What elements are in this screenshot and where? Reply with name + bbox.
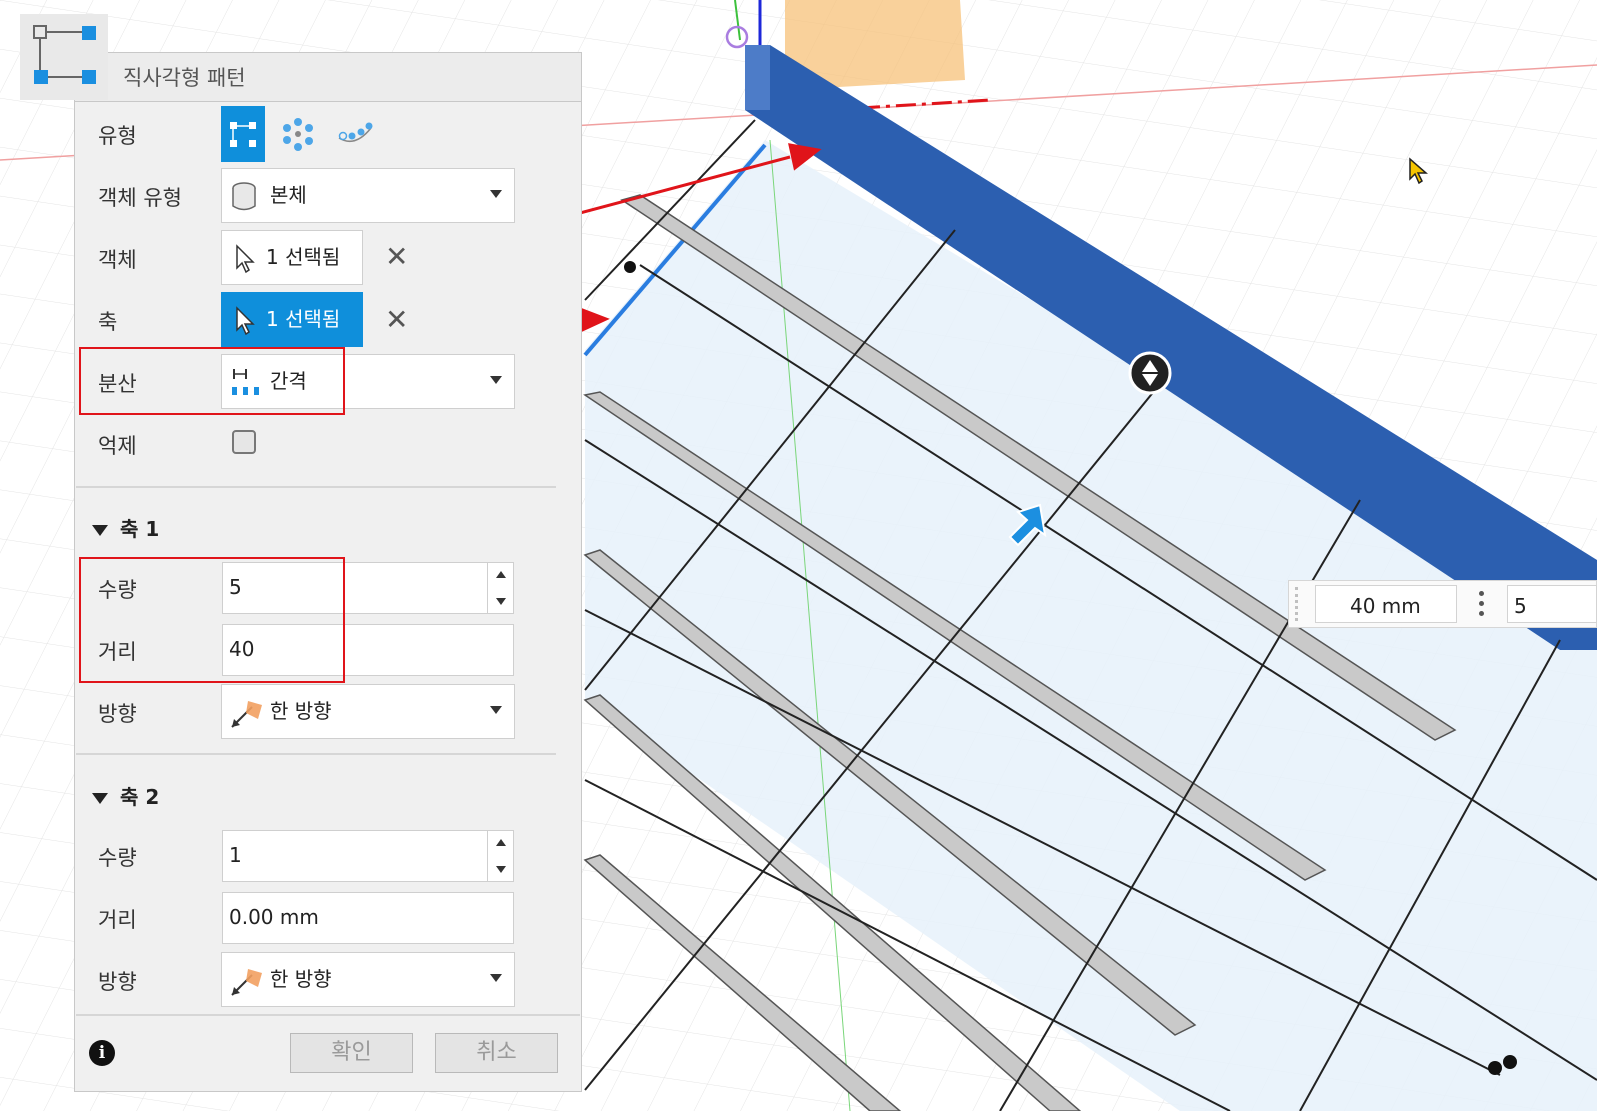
annotation-box-distribution xyxy=(79,347,345,415)
axis2-distance-input[interactable]: 0.00 mm xyxy=(222,892,514,944)
mouse-cursor-icon xyxy=(1409,157,1428,185)
axis2-section-header[interactable]: 축 2 xyxy=(92,781,159,810)
suppress-checkbox[interactable] xyxy=(232,430,256,454)
objects-selection-button[interactable]: 1 선택됨 xyxy=(221,230,363,285)
ok-button[interactable]: 확인 xyxy=(290,1033,413,1073)
axis1-header-text: 축 1 xyxy=(120,517,160,541)
axis2-quantity-value: 1 xyxy=(229,843,242,867)
endpoint xyxy=(1488,1061,1502,1075)
hud-distance-input[interactable]: 40 mm xyxy=(1315,585,1457,623)
axis1-direction-value: 한 방향 xyxy=(270,699,332,723)
object-type-value: 본체 xyxy=(270,183,307,207)
axis2-distance-label: 거리 xyxy=(98,908,137,932)
clear-objects-icon[interactable]: ✕ xyxy=(385,240,408,273)
hud-more-icon[interactable] xyxy=(1479,591,1485,619)
endpoint xyxy=(624,261,636,273)
path-type-button[interactable] xyxy=(335,116,375,152)
circular-type-button[interactable] xyxy=(280,116,316,152)
axis1-section-header[interactable]: 축 1 xyxy=(92,513,159,542)
hud-quantity-value: 5 xyxy=(1514,594,1527,618)
spin-up-icon[interactable] xyxy=(496,571,506,578)
path-pattern-icon xyxy=(338,122,373,143)
axis-selection-button[interactable]: 1 선택됨 xyxy=(221,292,363,347)
annotation-box-axis1-values xyxy=(79,557,345,683)
axis-label: 축 xyxy=(98,310,118,334)
axis1-direction-select[interactable]: 한 방향 xyxy=(221,684,515,739)
suppress-label: 억제 xyxy=(98,434,137,458)
spin-down-icon[interactable] xyxy=(496,598,506,605)
rectangular-type-button[interactable] xyxy=(221,106,265,162)
hud-quantity-input[interactable]: 5 xyxy=(1507,585,1597,623)
dialog-title: 직사각형 패턴 xyxy=(123,66,246,90)
spacing-manipulator-handle[interactable] xyxy=(1128,351,1172,395)
rectangular-pattern-type-icon xyxy=(230,122,256,147)
spin-up-icon[interactable] xyxy=(496,839,506,846)
spin-down-icon[interactable] xyxy=(496,866,506,873)
chevron-down-icon xyxy=(490,974,502,982)
collapse-triangle-icon xyxy=(92,525,108,536)
selected-body-end xyxy=(745,45,770,110)
rectangular-pattern-icon xyxy=(20,14,108,100)
axis1-quantity-spinner[interactable] xyxy=(487,563,513,613)
chevron-down-icon xyxy=(490,376,502,384)
body-icon xyxy=(232,182,256,211)
viewport-hud: 40 mm 5 xyxy=(1288,580,1597,628)
object-type-select[interactable]: 본체 xyxy=(221,168,515,223)
axis2-header-text: 축 2 xyxy=(120,785,160,809)
endpoint xyxy=(1503,1055,1517,1069)
info-icon[interactable]: i xyxy=(89,1040,115,1066)
section-divider xyxy=(76,753,556,755)
collapse-triangle-icon xyxy=(92,793,108,804)
cancel-button[interactable]: 취소 xyxy=(435,1033,558,1073)
type-label: 유형 xyxy=(98,124,137,148)
axis2-direction-value: 한 방향 xyxy=(270,967,332,991)
section-divider xyxy=(76,486,556,488)
direction-icon xyxy=(231,969,262,996)
axis2-quantity-input[interactable]: 1 xyxy=(222,830,514,882)
hud-drag-handle[interactable] xyxy=(1295,587,1314,621)
axis2-quantity-spinner[interactable] xyxy=(487,831,513,881)
clear-axis-icon[interactable]: ✕ xyxy=(385,303,408,336)
object-type-label: 객체 유형 xyxy=(98,186,182,210)
axis2-direction-label: 방향 xyxy=(98,970,137,994)
objects-selection-value: 1 선택됨 xyxy=(266,245,341,269)
select-cursor-icon xyxy=(236,244,255,274)
circular-pattern-icon xyxy=(283,118,313,151)
hud-distance-value: 40 mm xyxy=(1350,594,1421,618)
chevron-down-icon xyxy=(490,706,502,714)
select-cursor-icon xyxy=(236,306,255,336)
objects-label: 객체 xyxy=(98,248,137,272)
axis-selection-value: 1 선택됨 xyxy=(266,307,341,331)
axis2-quantity-label: 수량 xyxy=(98,846,137,870)
axis2-distance-value: 0.00 mm xyxy=(229,905,319,929)
footer-divider xyxy=(76,1014,580,1016)
chevron-down-icon xyxy=(490,190,502,198)
direction-icon xyxy=(231,701,262,728)
axis1-direction-label: 방향 xyxy=(98,702,137,726)
axis2-direction-select[interactable]: 한 방향 xyxy=(221,952,515,1007)
